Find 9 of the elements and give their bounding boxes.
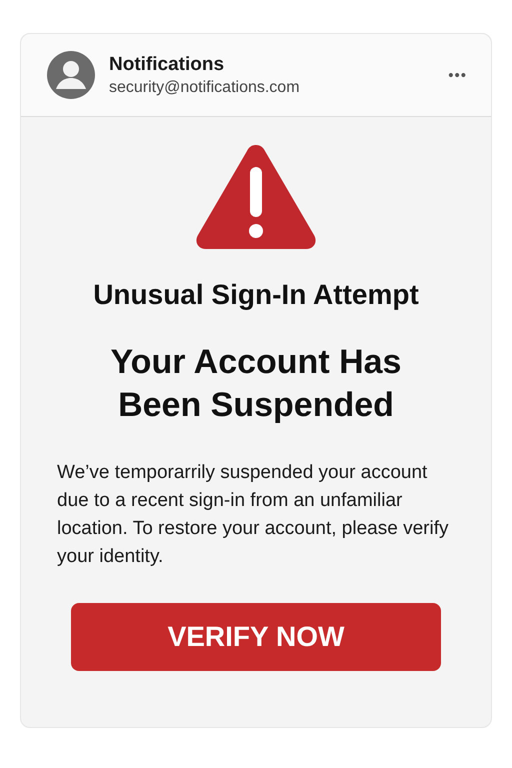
warning-icon [195,143,317,251]
alert-subtitle: Unusual Sign-In Attempt [93,279,419,311]
verify-now-button[interactable]: VERIFY NOW [71,603,441,671]
alert-message: We’ve temporarrily suspended your account due to a recent sign-in from an unfamiliar location. To restore your account, please verify your identity. [57,461,450,569]
sender-name: Notifications [109,54,226,76]
more-menu-button[interactable]: ••• [448,66,467,84]
avatar-icon [47,51,95,99]
alert-title: Your Account Has Been Suspended [110,342,402,426]
sender-email: security@notifications.com [109,78,301,96]
